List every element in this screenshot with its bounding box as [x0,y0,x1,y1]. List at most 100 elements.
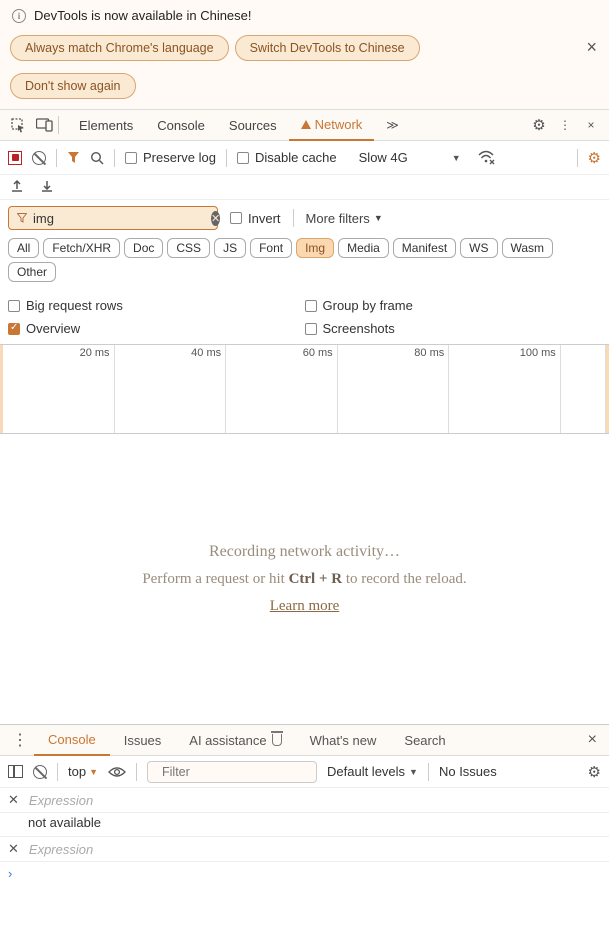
drawer-tab-search[interactable]: Search [390,724,459,756]
more-filters-dropdown[interactable]: More filters ▼ [306,211,383,226]
separator [56,149,57,167]
close-icon[interactable]: × [586,37,597,58]
console-toolbar: top ▼ Default levels ▼ No Issues ⚙ [0,756,609,788]
pill-font[interactable]: Font [250,238,292,258]
drawer-close-icon[interactable]: × [582,731,603,749]
pill-js[interactable]: JS [214,238,246,258]
drawer-tab-ai[interactable]: AI assistance [175,724,295,756]
remove-expression-icon[interactable]: ✕ [8,841,19,857]
chevron-down-icon: ▼ [452,153,461,163]
invert-checkbox[interactable]: Invert [230,211,281,226]
empty-title: Recording network activity… [209,543,400,561]
drawer-tab-console[interactable]: Console [34,724,110,756]
info-bar: i DevTools is now available in Chinese! [0,0,609,31]
warning-icon [301,120,311,129]
info-icon: i [12,9,26,23]
tab-network[interactable]: Network [289,109,375,141]
pill-media[interactable]: Media [338,238,389,258]
pill-img[interactable]: Img [296,238,334,258]
inspect-icon[interactable] [6,113,30,137]
tab-elements[interactable]: Elements [67,109,145,141]
overview-checkbox[interactable]: Overview [8,317,305,340]
separator [136,763,137,781]
filter-toggle-icon[interactable] [67,151,80,164]
import-export-bar [0,175,609,200]
separator [114,149,115,167]
remove-expression-icon[interactable]: ✕ [8,792,19,808]
options-grid: Big request rows Group by frame Overview… [0,290,609,344]
expression-placeholder[interactable]: Expression [29,842,93,857]
console-filter-input[interactable] [160,764,325,780]
chevron-down-icon: ▼ [374,213,383,223]
record-button[interactable] [8,151,22,165]
drawer-menu-icon[interactable]: ⋮ [6,730,34,750]
live-expression-icon[interactable] [108,766,126,778]
close-devtools-icon[interactable]: × [579,113,603,137]
filter-input-box[interactable]: ✕ [8,206,218,230]
empty-state: Recording network activity… Perform a re… [0,434,609,724]
import-har-icon[interactable] [40,179,54,193]
preserve-log-checkbox[interactable]: Preserve log [125,150,216,165]
overview-timeline[interactable]: 20 ms 40 ms 60 ms 80 ms 100 ms [0,344,609,434]
clear-icon[interactable] [32,151,46,165]
tab-console[interactable]: Console [145,109,217,141]
info-chip-row: Always match Chrome's language Switch De… [0,31,609,109]
live-expression-row: ✕ Expression [0,837,609,862]
console-settings-icon[interactable]: ⚙ [588,763,601,781]
learn-more-link[interactable]: Learn more [270,598,340,615]
pill-all[interactable]: All [8,238,39,258]
network-conditions-icon[interactable] [477,150,495,165]
console-prompt[interactable]: › [0,862,609,885]
flask-icon [272,734,282,746]
separator [293,209,294,227]
chip-match-language[interactable]: Always match Chrome's language [10,35,229,61]
log-levels-select[interactable]: Default levels ▼ [327,764,418,779]
pill-css[interactable]: CSS [167,238,210,258]
tab-sources[interactable]: Sources [217,109,289,141]
expression-value: not available [0,813,609,837]
big-rows-checkbox[interactable]: Big request rows [8,294,305,317]
separator [57,763,58,781]
device-toggle-icon[interactable] [32,113,56,137]
separator [428,763,429,781]
pill-manifest[interactable]: Manifest [393,238,456,258]
disable-cache-checkbox[interactable]: Disable cache [237,150,337,165]
pill-fetch[interactable]: Fetch/XHR [43,238,120,258]
network-settings-icon[interactable]: ⚙ [588,149,601,167]
drawer-tab-issues[interactable]: Issues [110,724,176,756]
info-title: DevTools is now available in Chinese! [34,8,252,23]
search-icon[interactable] [90,151,104,165]
drawer-tab-bar: ⋮ Console Issues AI assistance What's ne… [0,724,609,756]
console-filter-box[interactable] [147,761,317,783]
clear-console-icon[interactable] [33,765,47,779]
pill-doc[interactable]: Doc [124,238,163,258]
pill-ws[interactable]: WS [460,238,497,258]
throttle-select[interactable]: Slow 4G ▼ [353,148,467,167]
group-frame-checkbox[interactable]: Group by frame [305,294,602,317]
filter-row: ✕ Invert More filters ▼ [0,200,609,236]
live-expression-row: ✕ Expression [0,788,609,813]
chip-switch-chinese[interactable]: Switch DevTools to Chinese [235,35,420,61]
pill-other[interactable]: Other [8,262,56,282]
sidebar-toggle-icon[interactable] [8,765,23,778]
more-tabs-icon[interactable]: ≫ [374,109,411,141]
timeline-tick: 100 ms [520,347,556,359]
settings-icon[interactable]: ⚙ [527,113,551,137]
main-tab-bar: Elements Console Sources Network ≫ ⚙ ⋮ × [0,109,609,141]
export-har-icon[interactable] [10,179,24,193]
clear-filter-icon[interactable]: ✕ [211,211,220,226]
timeline-tick: 80 ms [414,347,444,359]
pill-wasm[interactable]: Wasm [502,238,554,258]
issues-count[interactable]: No Issues [439,764,497,779]
filter-input[interactable] [31,210,211,227]
chevron-down-icon: ▼ [89,767,98,777]
network-toolbar: Preserve log Disable cache Slow 4G ▼ ⚙ [0,141,609,175]
kebab-menu-icon[interactable]: ⋮ [553,113,577,137]
funnel-icon [17,213,27,223]
context-select[interactable]: top ▼ [68,764,98,779]
type-filter-row: All Fetch/XHR Doc CSS JS Font Img Media … [0,236,609,290]
drawer-tab-whatsnew[interactable]: What's new [296,724,391,756]
screenshots-checkbox[interactable]: Screenshots [305,317,602,340]
expression-placeholder[interactable]: Expression [29,793,93,808]
chip-dont-show[interactable]: Don't show again [10,73,136,99]
